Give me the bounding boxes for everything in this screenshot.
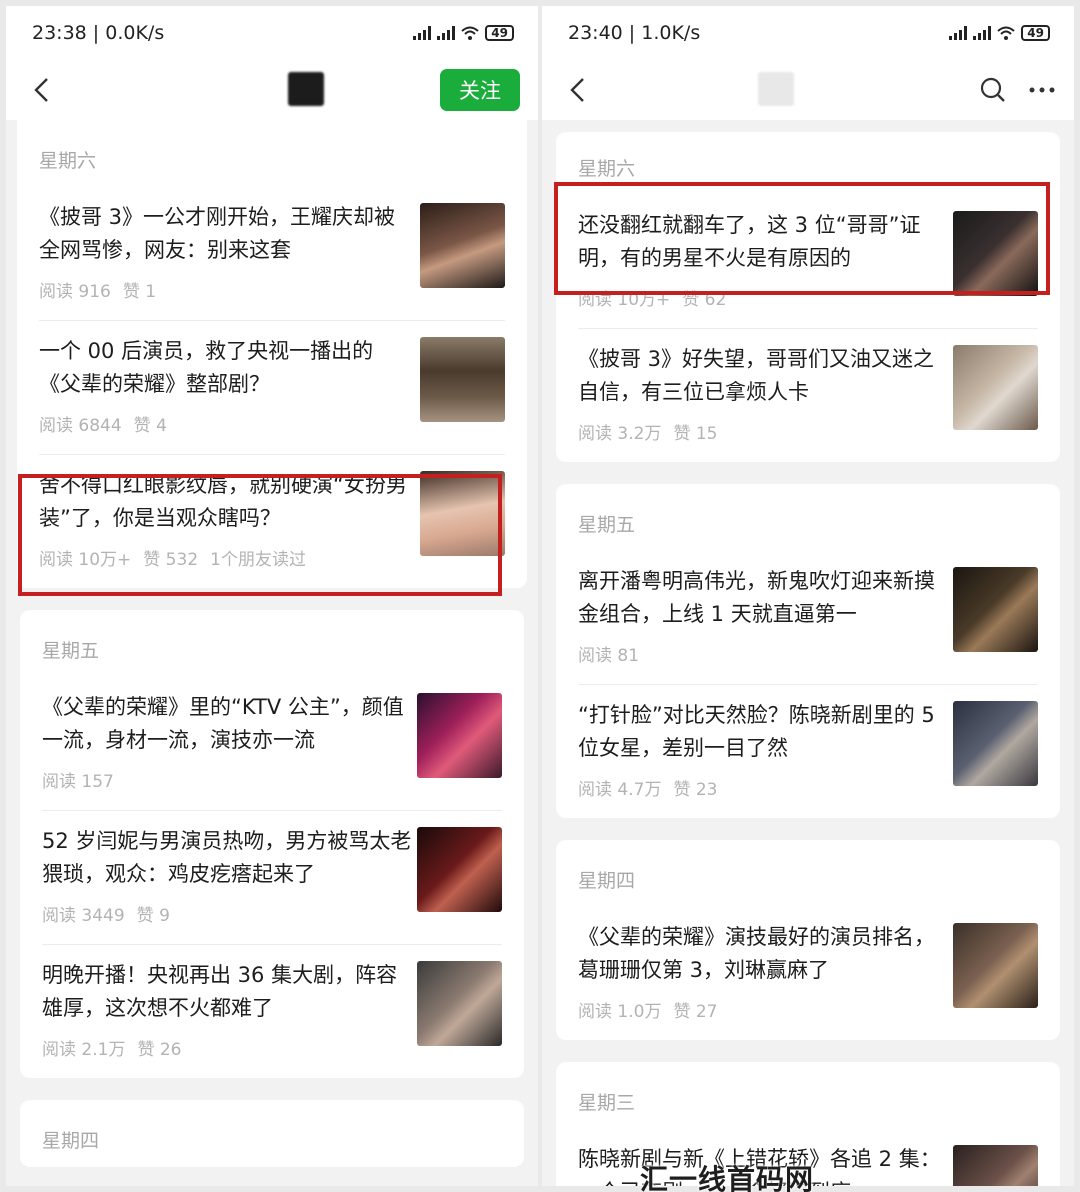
article-title: 离开潘粤明高伟光，新鬼吹灯迎来新摸金组合，上线 1 天就直逼第一 [578, 569, 935, 626]
article-stats: 阅读 916 赞 1 [39, 282, 157, 302]
article-thumbnail [420, 471, 505, 556]
day-label: 星期四 [42, 1130, 100, 1152]
day-group-card: 星期四 [20, 1100, 524, 1167]
article-thumbnail [953, 211, 1038, 296]
back-arrow-icon[interactable] [560, 70, 594, 110]
article-stats: 阅读 81 [578, 646, 640, 666]
right-phone-screen: 23:40 | 1.0K/s 49 星期六 还没翻红就翻车了，这 3 位“哥哥”… [542, 6, 1074, 1186]
back-arrow-icon[interactable] [24, 70, 58, 110]
article-item[interactable]: 舍不得口红眼影纹唇，就别硬演“女扮男装”了，你是当观众瞎吗？ 阅读 10万+ 赞 … [39, 455, 505, 588]
article-title: 52 岁闫妮与男演员热吻，男方被骂太老猥琐，观众：鸡皮疙瘩起来了 [42, 829, 412, 886]
follow-button[interactable]: 关注 [440, 69, 520, 111]
article-title: 《披哥 3》好失望，哥哥们又油又迷之自信，有三位已拿烦人卡 [578, 347, 935, 404]
status-time: 23:40 [568, 22, 623, 44]
article-stats: 阅读 3449 赞 9 [42, 906, 170, 926]
article-title: 舍不得口红眼影纹唇，就别硬演“女扮男装”了，你是当观众瞎吗？ [39, 473, 407, 530]
signal-icon-2 [437, 26, 456, 40]
day-label: 星期六 [39, 150, 97, 172]
article-thumbnail [953, 345, 1038, 430]
article-stats: 阅读 157 [42, 772, 114, 792]
search-icon[interactable] [980, 77, 1006, 103]
day-group-card: 星期六 《披哥 3》一公才刚开始，王耀庆却被全网骂惨，网友：别来这套 阅读 91… [17, 120, 527, 588]
signal-icon [949, 26, 968, 40]
article-item[interactable]: “打针脸”对比天然脸？陈晓新剧里的 5 位女星，差别一目了然 阅读 4.7万赞 … [578, 685, 1038, 818]
article-stats: 阅读 4.7万赞 23 [578, 780, 718, 800]
article-title: 还没翻红就翻车了，这 3 位“哥哥”证明，有的男星不火是有原因的 [578, 213, 921, 270]
article-item[interactable]: 《披哥 3》一公才刚开始，王耀庆却被全网骂惨，网友：别来这套 阅读 916 赞 1 [39, 187, 505, 321]
article-title: “打针脸”对比天然脸？陈晓新剧里的 5 位女星，差别一目了然 [578, 703, 935, 760]
article-item[interactable]: 52 岁闫妮与男演员热吻，男方被骂太老猥琐，观众：鸡皮疙瘩起来了 阅读 3449… [42, 811, 502, 945]
article-item[interactable]: 《披哥 3》好失望，哥哥们又油又迷之自信，有三位已拿烦人卡 阅读 3.2万赞 1… [578, 329, 1038, 462]
day-label: 星期四 [578, 870, 636, 892]
article-stats: 阅读 10万+ 赞 532 1个朋友读过 [39, 550, 306, 570]
more-icon[interactable] [1028, 86, 1056, 94]
status-bar: 23:38 | 0.0K/s 49 [6, 6, 538, 60]
battery-icon: 49 [1021, 25, 1050, 41]
signal-icon-2 [973, 26, 992, 40]
article-thumbnail [420, 203, 505, 288]
article-item[interactable]: 《父辈的荣耀》演技最好的演员排名，葛珊珊仅第 3，刘琳赢麻了 阅读 1.0万赞 … [578, 907, 1038, 1040]
left-phone-screen: 23:38 | 0.0K/s 49 关注 星期六 《披哥 3》一公才刚开始，王耀… [6, 6, 538, 1186]
day-label: 星期六 [578, 158, 636, 180]
network-speed: 0.0K/s [105, 22, 165, 44]
article-thumbnail [420, 337, 505, 422]
day-label: 星期五 [42, 640, 100, 662]
article-item[interactable]: 明晚开播！央视再出 36 集大剧，阵容雄厚，这次想不火都难了 阅读 2.1万赞 … [42, 945, 502, 1078]
day-group-card: 星期六 还没翻红就翻车了，这 3 位“哥哥”证明，有的男星不火是有原因的 阅读 … [556, 132, 1060, 462]
day-label: 星期五 [578, 514, 636, 536]
account-name-redacted [288, 72, 324, 106]
article-title: 《披哥 3》一公才刚开始，王耀庆却被全网骂惨，网友：别来这套 [39, 205, 396, 262]
status-bar: 23:40 | 1.0K/s 49 [542, 6, 1074, 60]
account-name-redacted [758, 72, 794, 106]
article-item[interactable]: 《父辈的荣耀》里的“KTV 公主”，颜值一流，身材一流，演技亦一流 阅读 157 [42, 677, 502, 811]
status-time: 23:38 [32, 22, 87, 44]
article-stats: 阅读 2.1万赞 26 [42, 1040, 182, 1060]
article-thumbnail [953, 701, 1038, 786]
watermark-text: 汇一线首码网 www.huiyixian.com [640, 1164, 815, 1192]
article-stats: 阅读 10万+ 赞 62 [578, 290, 727, 310]
article-title: 《父辈的荣耀》里的“KTV 公主”，颜值一流，身材一流，演技亦一流 [42, 695, 404, 752]
article-title: 明晚开播！央视再出 36 集大剧，阵容雄厚，这次想不火都难了 [42, 963, 398, 1020]
nav-bar [542, 60, 1074, 120]
day-group-card: 星期五 《父辈的荣耀》里的“KTV 公主”，颜值一流，身材一流，演技亦一流 阅读… [20, 610, 524, 1078]
day-label: 星期三 [578, 1092, 636, 1114]
article-thumbnail [953, 923, 1038, 1008]
article-item[interactable]: 离开潘粤明高伟光，新鬼吹灯迎来新摸金组合，上线 1 天就直逼第一 阅读 81 [578, 551, 1038, 685]
battery-icon: 49 [485, 25, 514, 41]
article-title: 一个 00 后演员，救了央视一播出的《父辈的荣耀》整部剧？ [39, 339, 374, 396]
article-stats: 阅读 6844 赞 4 [39, 416, 167, 436]
wifi-icon [997, 26, 1015, 40]
article-stats: 阅读 1.0万赞 27 [578, 1002, 718, 1022]
article-item[interactable]: 还没翻红就翻车了，这 3 位“哥哥”证明，有的男星不火是有原因的 阅读 10万+… [578, 195, 1038, 329]
wifi-icon [461, 26, 479, 40]
article-thumbnail [417, 961, 502, 1046]
day-group-card: 星期五 离开潘粤明高伟光，新鬼吹灯迎来新摸金组合，上线 1 天就直逼第一 阅读 … [556, 484, 1060, 818]
article-thumbnail [417, 827, 502, 912]
day-group-card: 星期四 《父辈的荣耀》演技最好的演员排名，葛珊珊仅第 3，刘琳赢麻了 阅读 1.… [556, 840, 1060, 1040]
article-item[interactable]: 一个 00 后演员，救了央视一播出的《父辈的荣耀》整部剧？ 阅读 6844 赞 4 [39, 321, 505, 455]
article-stats: 阅读 3.2万赞 15 [578, 424, 718, 444]
signal-icon [413, 26, 432, 40]
network-speed: 1.0K/s [641, 22, 701, 44]
article-title: 《父辈的荣耀》演技最好的演员排名，葛珊珊仅第 3，刘琳赢麻了 [578, 925, 935, 982]
article-thumbnail [953, 567, 1038, 652]
article-thumbnail [417, 693, 502, 778]
nav-bar: 关注 [6, 60, 538, 120]
